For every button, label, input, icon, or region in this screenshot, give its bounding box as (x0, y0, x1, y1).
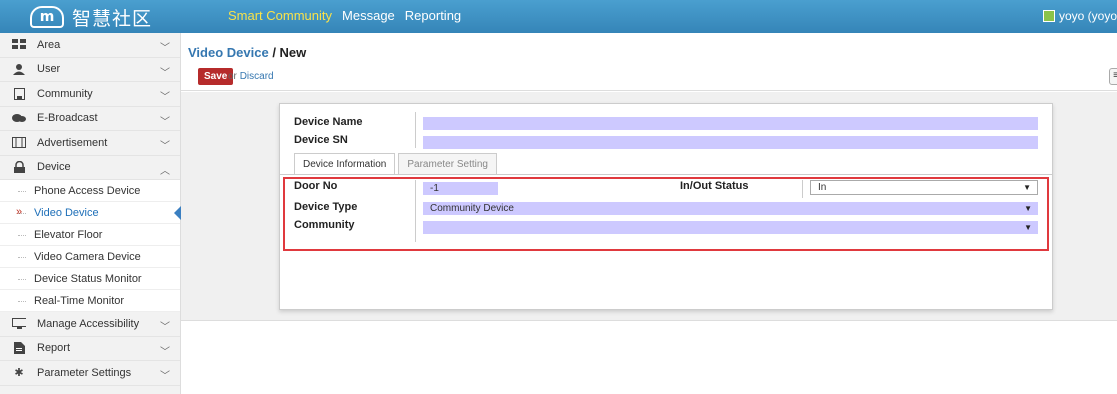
sidebar-item-area[interactable]: Area ﹀ (0, 33, 180, 58)
chevron-down-icon: ﹀ (160, 67, 170, 79)
community-label: Community (294, 219, 355, 231)
sidebar-item-report[interactable]: Report ﹀ (0, 337, 180, 361)
sidebar-item-label: Device (37, 161, 71, 174)
menu-icon[interactable]: ≡ (1109, 68, 1117, 85)
field-divider (802, 180, 803, 198)
inout-status-label: In/Out Status (680, 180, 749, 192)
dropdown-arrow-icon: ▼ (1023, 183, 1031, 192)
monitor-icon (12, 317, 26, 330)
nav-reporting[interactable]: Reporting (405, 8, 461, 23)
sidebar-item-advertisement[interactable]: Advertisement ﹀ (0, 131, 180, 156)
sidebar-item-label: Manage Accessibility (37, 317, 140, 330)
sidebar-subitem-device-status-monitor[interactable]: Device Status Monitor (0, 268, 180, 290)
user-name: yoyo (yoyo (1058, 9, 1117, 23)
user-avatar-icon (1042, 10, 1055, 22)
logo[interactable]: m 智慧社区 (30, 4, 152, 30)
sidebar-item-label: Advertisement (37, 136, 108, 149)
door-no-label: Door No (294, 180, 338, 192)
breadcrumb: Video Device / New (188, 45, 306, 60)
sidebar-item-label: Community (37, 87, 93, 100)
door-no-input[interactable]: -1 (423, 182, 498, 195)
or-discard: or Discard (228, 71, 274, 82)
chevron-down-icon: ﹀ (160, 92, 170, 103)
device-name-input[interactable] (423, 117, 1038, 130)
gear-icon: ✱ (14, 367, 24, 380)
breadcrumb-current: New (279, 45, 307, 60)
sidebar-item-community[interactable]: Community ﹀ (0, 82, 180, 107)
sidebar-item-e-broadcast[interactable]: E-Broadcast ﹀ (0, 107, 180, 131)
form-tabs: Device Information Parameter Setting (294, 153, 500, 174)
sidebar: Area ﹀ User ﹀ Community ﹀ E-Broadcast ﹀ … (0, 33, 181, 394)
device-type-value: Community Device (430, 203, 514, 214)
device-name-label: Device Name (294, 116, 363, 128)
sidebar-item-label: E-Broadcast (37, 112, 98, 125)
sidebar-item-manage-accessibility[interactable]: Manage Accessibility ﹀ (0, 312, 180, 337)
ad-icon (12, 137, 26, 149)
sidebar-subitem-label: Video Device (34, 206, 99, 219)
inout-status-select[interactable]: In ▼ (810, 180, 1038, 195)
logo-text: 智慧社区 (72, 7, 153, 30)
sidebar-item-label: Parameter Settings (37, 366, 132, 379)
chevron-down-icon: ﹀ (160, 141, 170, 152)
top-nav: Smart Community Message Reporting (228, 8, 461, 23)
device-sn-label: Device SN (294, 134, 348, 146)
sidebar-item-label: Report (37, 342, 71, 355)
top-bar: m 智慧社区 Smart Community Message Reporting… (0, 0, 1117, 33)
device-type-select[interactable]: Community Device ▼ (423, 202, 1038, 215)
discard-link[interactable]: Discard (240, 71, 274, 82)
sidebar-item-device[interactable]: Device ︿ (0, 156, 180, 180)
sidebar-subitem-video-device[interactable]: » Video Device (0, 202, 181, 224)
main-content: Video Device / New Save or Discard ≡ Dev… (181, 33, 1117, 394)
or-text: or (228, 71, 237, 82)
field-divider (415, 112, 416, 148)
sidebar-item-label: User (37, 63, 61, 76)
sidebar-item-user[interactable]: User ﹀ (0, 58, 180, 82)
grid-icon (12, 39, 26, 51)
lock-icon (12, 161, 26, 174)
tab-parameter-setting[interactable]: Parameter Setting (398, 153, 497, 174)
chevron-down-icon: ﹀ (160, 116, 170, 128)
chevron-down-icon: ﹀ (160, 346, 170, 358)
community-select[interactable]: ▼ (423, 221, 1038, 234)
breadcrumb-parent-link[interactable]: Video Device (188, 45, 269, 60)
sidebar-item-label: Area (37, 38, 61, 51)
field-divider (415, 180, 416, 242)
sidebar-subitem-video-camera-device[interactable]: Video Camera Device (0, 246, 180, 268)
nav-smart-community[interactable]: Smart Community (228, 8, 332, 23)
sidebar-subitem-elevator-floor[interactable]: Elevator Floor (0, 224, 180, 246)
nav-message[interactable]: Message (342, 8, 395, 23)
logo-mark: m (30, 6, 64, 28)
sidebar-item-parameter-settings[interactable]: ✱ Parameter Settings ﹀ (0, 361, 180, 386)
broadcast-icon (12, 112, 26, 124)
tab-device-information[interactable]: Device Information (294, 153, 396, 174)
chevron-down-icon: ﹀ (160, 371, 170, 382)
active-caret-icon (174, 206, 181, 220)
device-type-label: Device Type (294, 201, 358, 213)
active-arrow-icon: » (16, 206, 23, 218)
chevron-down-icon: ﹀ (160, 322, 170, 333)
dropdown-arrow-icon: ▼ (1024, 204, 1032, 213)
report-icon (12, 342, 26, 355)
sidebar-subitem-phone-access-device[interactable]: Phone Access Device (0, 180, 180, 202)
device-sn-input[interactable] (423, 136, 1038, 149)
tab-underline (280, 174, 1052, 175)
chevron-up-icon: ︿ (160, 165, 170, 177)
dropdown-arrow-icon: ▼ (1024, 223, 1032, 232)
form-sheet: Device Name Device SN Device Information… (279, 103, 1053, 310)
breadcrumb-separator: / (268, 45, 280, 60)
action-bar: Save or Discard ≡ (181, 67, 1117, 91)
sidebar-subitem-real-time-monitor[interactable]: Real-Time Monitor (0, 290, 180, 312)
inout-status-value: In (818, 182, 827, 193)
chevron-down-icon: ﹀ (160, 43, 170, 54)
building-icon (12, 87, 26, 100)
user-icon (12, 63, 26, 75)
user-menu[interactable]: yoyo (yoyo (1042, 9, 1117, 23)
